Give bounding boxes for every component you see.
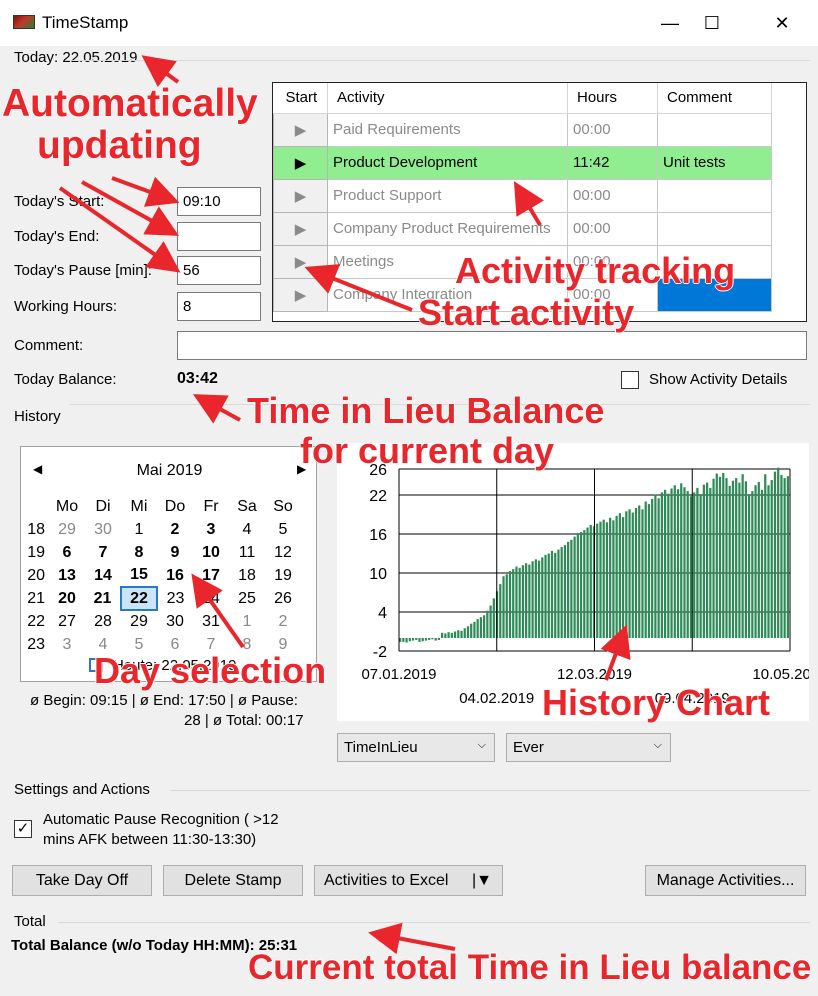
arrow-to-today [141, 55, 180, 88]
arrow-to-start [111, 176, 180, 207]
annotation-time-in-lieu-1: Time in Lieu Balance [247, 390, 605, 431]
annotation-current-total: Current total Time in Lieu balance [248, 948, 812, 987]
arrow-to-chart [600, 624, 631, 681]
annotation-start-activity: Start activity [418, 292, 635, 333]
annotation-auto-updating-2: updating [37, 124, 202, 167]
arrow-to-total [368, 922, 456, 955]
arrow-to-balance [192, 394, 241, 424]
annotation-day-selection: Day selection [94, 650, 327, 691]
annotation-history-chart: History Chart [542, 682, 771, 723]
annotation-activity-tracking: Activity tracking [455, 250, 736, 291]
arrow-to-product-dev [513, 181, 545, 227]
arrow-to-play [304, 264, 413, 312]
annotation-time-in-lieu-2: for current day [300, 430, 555, 471]
arrow-to-end [81, 180, 179, 236]
arrow-to-calendar [191, 573, 245, 649]
annotation-auto-updating-1: Automatically [2, 82, 258, 125]
